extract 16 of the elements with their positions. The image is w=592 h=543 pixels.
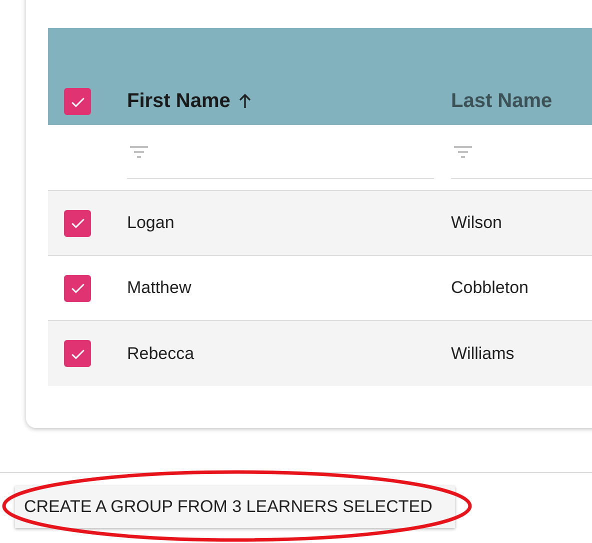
filter-icon bbox=[454, 146, 472, 158]
filter-icon bbox=[130, 146, 148, 158]
checkbox[interactable] bbox=[64, 340, 91, 367]
checkbox[interactable] bbox=[64, 274, 91, 302]
sort-arrow-icon[interactable] bbox=[238, 93, 252, 109]
table-cell: Matthew bbox=[127, 278, 192, 298]
create-group-button[interactable]: CREATE A GROUP FROM 3 LEARNERS SELECTED bbox=[15, 486, 455, 528]
table-cell: Williams bbox=[451, 344, 514, 364]
column-header[interactable]: First Name bbox=[127, 90, 230, 112]
table-cell: Cobbleton bbox=[451, 278, 529, 298]
column-header[interactable]: Last Name bbox=[451, 90, 552, 112]
table-cell: Logan bbox=[127, 213, 174, 233]
table-cell: Rebecca bbox=[127, 344, 194, 364]
checkbox[interactable] bbox=[64, 88, 91, 115]
checkbox[interactable] bbox=[64, 210, 91, 236]
table-cell: Wilson bbox=[451, 213, 502, 233]
